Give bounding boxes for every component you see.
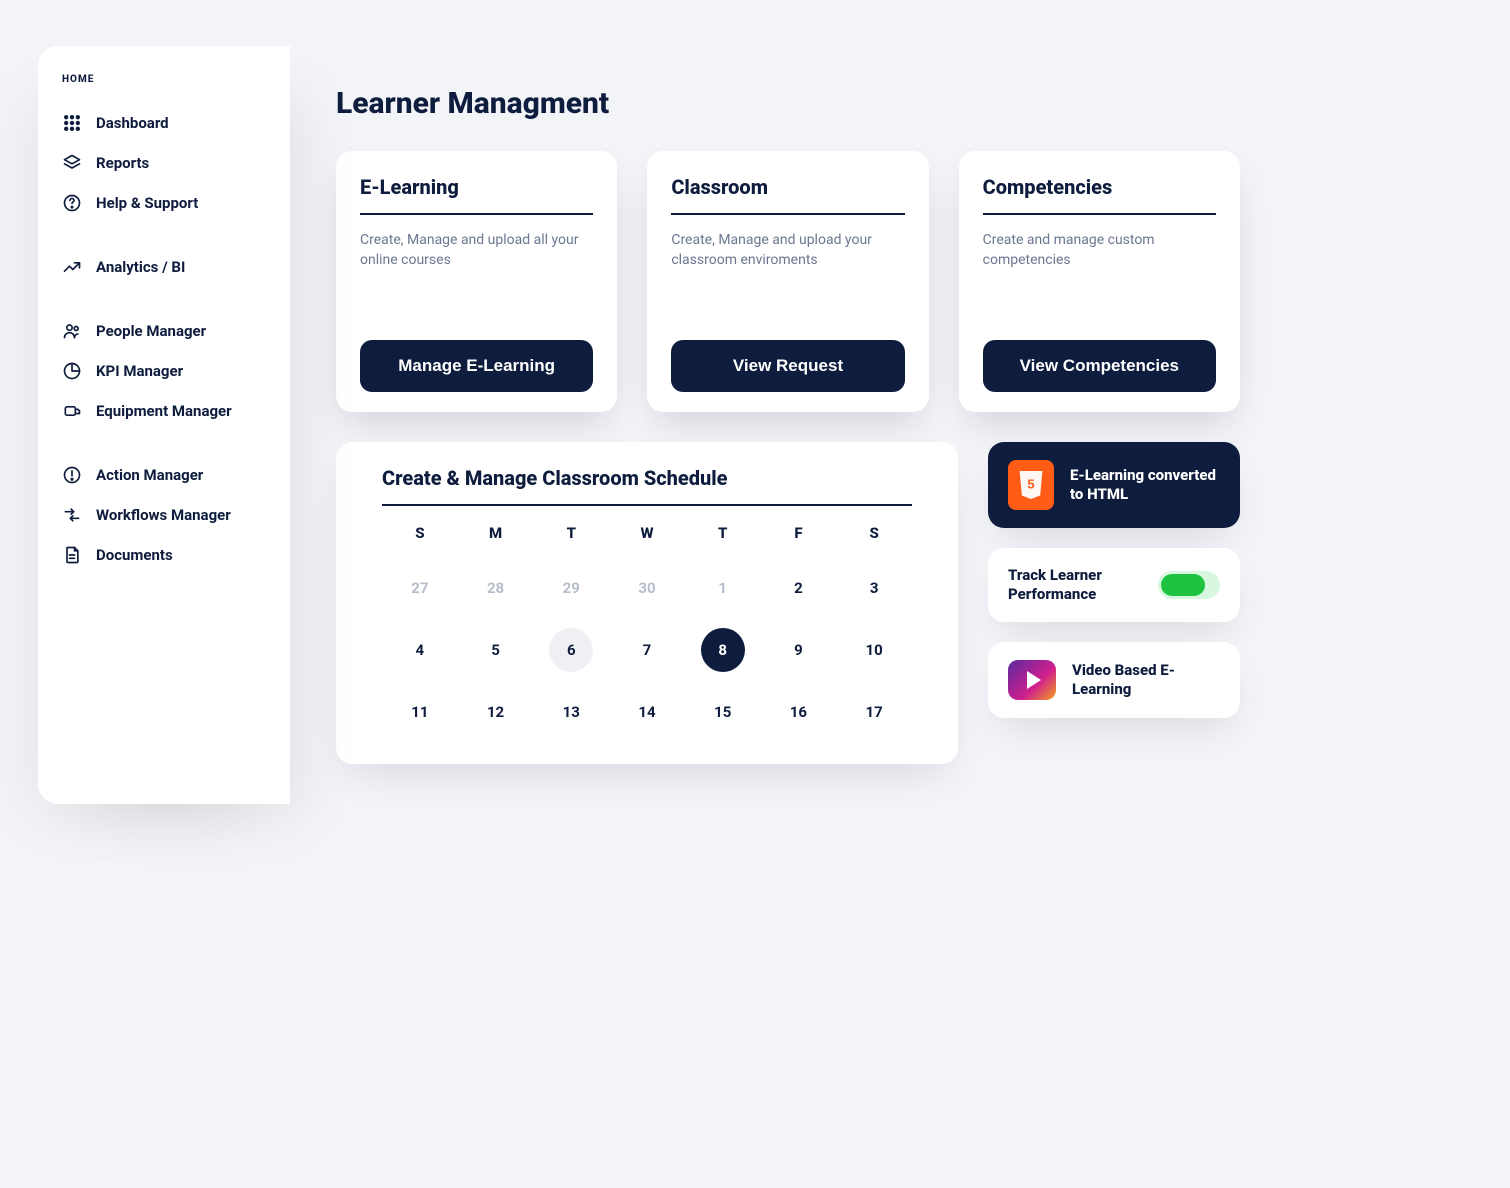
app-shell: HOME Dashboard Reports Help & Support A	[38, 46, 1270, 804]
card-gap	[671, 270, 904, 340]
people-icon	[62, 321, 82, 341]
calendar-day-header: S	[382, 518, 458, 548]
sidebar-section-label: HOME	[62, 74, 266, 85]
calendar-day[interactable]: 5	[458, 628, 534, 672]
calendar-title: Create & Manage Classroom Schedule	[382, 466, 912, 506]
calendar-day[interactable]: 30	[609, 566, 685, 610]
manage-elearning-button[interactable]: Manage E-Learning	[360, 340, 593, 392]
calendar-day[interactable]: 16	[761, 690, 837, 734]
sidebar: HOME Dashboard Reports Help & Support A	[38, 46, 290, 804]
calendar-day[interactable]: 10	[836, 628, 912, 672]
alert-circle-icon	[62, 465, 82, 485]
calendar-day-header: T	[533, 518, 609, 548]
view-competencies-button[interactable]: View Competencies	[983, 340, 1216, 392]
sidebar-item-label: Analytics / BI	[96, 258, 185, 276]
track-performance-toggle[interactable]	[1158, 571, 1220, 599]
layers-icon	[62, 153, 82, 173]
calendar-day[interactable]: 1	[685, 566, 761, 610]
card-title: E-Learning	[360, 175, 593, 215]
calendar-day[interactable]: 6	[533, 628, 609, 672]
help-circle-icon	[62, 193, 82, 213]
card-elearning: E-Learning Create, Manage and upload all…	[336, 151, 617, 412]
side-card-video[interactable]: Video Based E-Learning	[988, 642, 1240, 718]
card-gap	[983, 270, 1216, 340]
sidebar-spacer	[62, 431, 266, 455]
calendar-day[interactable]: 3	[836, 566, 912, 610]
card-gap	[360, 270, 593, 340]
sidebar-item-people[interactable]: People Manager	[62, 311, 266, 351]
calendar-grid: SMTWTFS272829301234567891011121314151617	[382, 518, 912, 734]
calendar-day-header: M	[458, 518, 534, 548]
calendar-day-header: W	[609, 518, 685, 548]
html5-icon: 5	[1008, 460, 1054, 510]
sidebar-item-label: KPI Manager	[96, 362, 183, 380]
view-request-button[interactable]: View Request	[671, 340, 904, 392]
sidebar-item-action[interactable]: Action Manager	[62, 455, 266, 495]
lower-row: Create & Manage Classroom Schedule SMTWT…	[336, 442, 1240, 764]
calendar-day[interactable]: 12	[458, 690, 534, 734]
card-desc: Create, Manage and upload all your onlin…	[360, 231, 593, 270]
sidebar-item-help[interactable]: Help & Support	[62, 183, 266, 223]
sidebar-item-dashboard[interactable]: Dashboard	[62, 103, 266, 143]
calendar-day-header: T	[685, 518, 761, 548]
side-cards: 5 E-Learning converted to HTML Track Lea…	[988, 442, 1240, 718]
toggle-knob	[1161, 574, 1205, 596]
card-desc: Create and manage custom competencies	[983, 231, 1216, 270]
sidebar-item-kpi[interactable]: KPI Manager	[62, 351, 266, 391]
main-content: Learner Managment E-Learning Create, Man…	[290, 46, 1270, 804]
sidebar-item-label: Action Manager	[96, 466, 203, 484]
workflow-icon	[62, 505, 82, 525]
calendar-card: Create & Manage Classroom Schedule SMTWT…	[336, 442, 958, 764]
sidebar-item-label: Workflows Manager	[96, 506, 231, 524]
sidebar-item-label: Reports	[96, 154, 149, 172]
sidebar-item-label: Equipment Manager	[96, 402, 232, 420]
play-icon	[1008, 660, 1056, 700]
calendar-day[interactable]: 15	[685, 690, 761, 734]
sidebar-item-documents[interactable]: Documents	[62, 535, 266, 575]
sidebar-item-analytics[interactable]: Analytics / BI	[62, 247, 266, 287]
side-card-track: Track Learner Performance	[988, 548, 1240, 622]
card-row: E-Learning Create, Manage and upload all…	[336, 151, 1240, 412]
sidebar-item-label: Documents	[96, 546, 173, 564]
calendar-day[interactable]: 9	[761, 628, 837, 672]
calendar-day-header: F	[761, 518, 837, 548]
sidebar-item-label: People Manager	[96, 322, 206, 340]
calendar-day[interactable]: 29	[533, 566, 609, 610]
sidebar-item-equipment[interactable]: Equipment Manager	[62, 391, 266, 431]
card-desc: Create, Manage and upload your classroom…	[671, 231, 904, 270]
svg-text:5: 5	[1027, 477, 1034, 492]
side-card-html[interactable]: 5 E-Learning converted to HTML	[988, 442, 1240, 528]
pie-icon	[62, 361, 82, 381]
calendar-day[interactable]: 28	[458, 566, 534, 610]
calendar-day[interactable]: 17	[836, 690, 912, 734]
calendar-day[interactable]: 27	[382, 566, 458, 610]
card-classroom: Classroom Create, Manage and upload your…	[647, 151, 928, 412]
calendar-day[interactable]: 11	[382, 690, 458, 734]
calendar-day-header: S	[836, 518, 912, 548]
calendar-day[interactable]: 2	[761, 566, 837, 610]
equipment-icon	[62, 401, 82, 421]
sidebar-spacer	[62, 287, 266, 311]
calendar-day[interactable]: 7	[609, 628, 685, 672]
page-title: Learner Managment	[336, 86, 1240, 121]
sidebar-item-label: Dashboard	[96, 114, 169, 132]
document-icon	[62, 545, 82, 565]
sidebar-item-reports[interactable]: Reports	[62, 143, 266, 183]
calendar-day[interactable]: 13	[533, 690, 609, 734]
calendar-day[interactable]: 4	[382, 628, 458, 672]
card-competencies: Competencies Create and manage custom co…	[959, 151, 1240, 412]
sidebar-item-workflows[interactable]: Workflows Manager	[62, 495, 266, 535]
card-title: Classroom	[671, 175, 904, 215]
side-card-title: E-Learning converted to HTML	[1070, 466, 1220, 504]
side-card-title: Video Based E-Learning	[1072, 661, 1220, 699]
calendar-day[interactable]: 8	[685, 628, 761, 672]
grid-dots-icon	[62, 113, 82, 133]
sidebar-spacer	[62, 223, 266, 247]
calendar-day[interactable]: 14	[609, 690, 685, 734]
trend-up-icon	[62, 257, 82, 277]
card-title: Competencies	[983, 175, 1216, 215]
side-card-title: Track Learner Performance	[1008, 566, 1142, 604]
sidebar-item-label: Help & Support	[96, 194, 198, 212]
